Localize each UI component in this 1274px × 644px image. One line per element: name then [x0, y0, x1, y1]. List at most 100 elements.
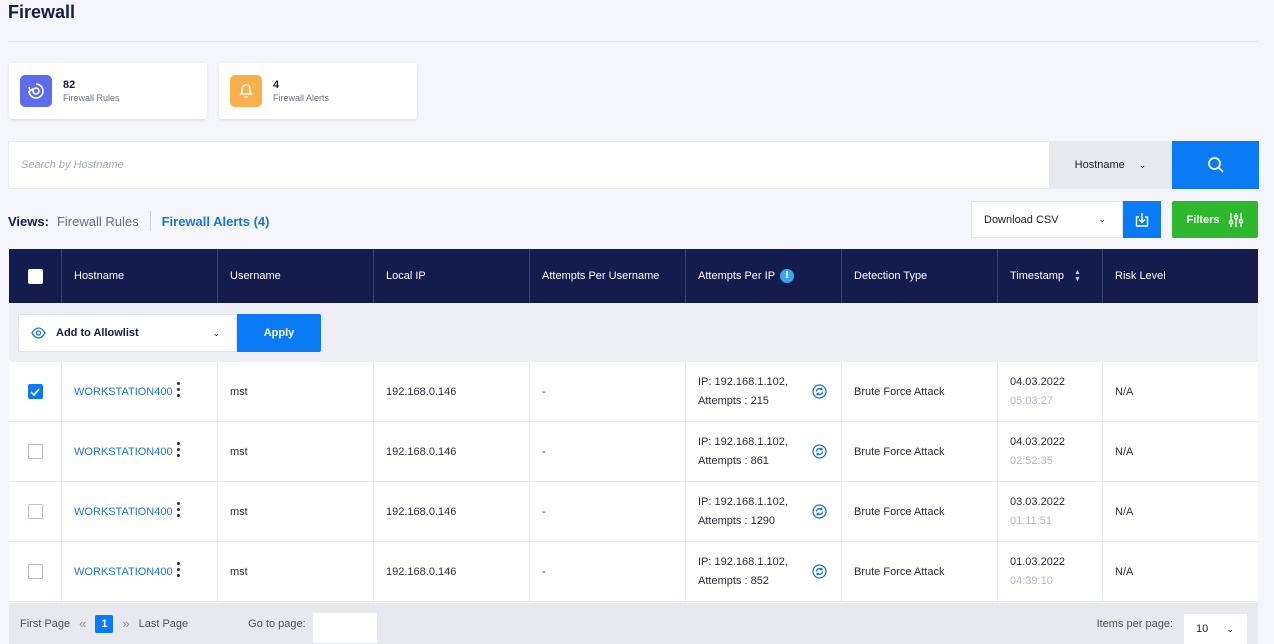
chevron-down-icon: ⌄	[1226, 623, 1234, 634]
refresh-icon[interactable]	[812, 504, 827, 522]
search-icon	[1207, 157, 1224, 173]
timestamp-cell: 04.03.2022 02:52:35	[998, 422, 1103, 481]
goto-page-label: Go to page:	[248, 617, 306, 630]
apply-button[interactable]: Apply	[237, 314, 321, 352]
views-switcher: Views: Firewall Rules Firewall Alerts (4…	[8, 211, 269, 231]
risk-level-cell: N/A	[1115, 505, 1134, 518]
header-cell-hostname: Hostname	[62, 249, 218, 303]
attempts-ip-cell: IP: 192.168.1.102, Attempts : 852	[686, 542, 842, 601]
search-bar: Hostname ⌄	[8, 141, 1259, 189]
timestamp-cell: 04.03.2022 05:03:27	[998, 362, 1103, 421]
target-icon	[20, 75, 52, 107]
more-options-icon[interactable]	[177, 382, 180, 397]
attempts-line: Attempts : 215	[698, 394, 769, 407]
refresh-icon[interactable]	[812, 384, 827, 402]
row-checkbox[interactable]	[27, 444, 43, 459]
timestamp-date: 04.03.2022	[1010, 435, 1066, 448]
header-cell-risk-level: Risk Level	[1115, 270, 1166, 282]
hostname-cell: WORKSTATION400	[62, 422, 218, 481]
last-page-link[interactable]: Last Page	[139, 618, 189, 630]
refresh-icon[interactable]	[812, 444, 827, 462]
header-label: Attempts Per IP	[698, 270, 776, 282]
timestamp-time: 01:11:51	[1010, 514, 1053, 527]
chevrons-left-icon[interactable]: «	[79, 616, 86, 631]
chevron-down-icon: ⌄	[1098, 214, 1106, 224]
chevron-down-icon: ⌄	[1138, 159, 1147, 170]
row-checkbox[interactable]	[27, 504, 43, 519]
hostname-link[interactable]: WORKSTATION400	[74, 386, 173, 398]
items-per-page-select[interactable]: 10 ⌄	[1184, 614, 1247, 644]
ip-line: IP: 192.168.1.102,	[698, 555, 788, 568]
goto-page-input[interactable]	[312, 613, 377, 643]
hostname-link[interactable]: WORKSTATION400	[74, 446, 173, 458]
info-icon[interactable]: i	[780, 269, 795, 283]
header-cell-timestamp[interactable]: Timestamp ▲ ▼	[998, 249, 1103, 303]
header-cell-attempts-per-ip: Attempts Per IP i	[686, 249, 842, 303]
timestamp-time: 02:52:35	[1010, 454, 1053, 467]
more-options-icon[interactable]	[177, 502, 180, 517]
timestamp-time: 05:03:27	[1010, 394, 1053, 407]
detection-type-cell: Brute Force Attack	[842, 422, 998, 481]
search-field-select[interactable]: Hostname ⌄	[1049, 142, 1172, 188]
more-options-icon[interactable]	[177, 562, 180, 577]
stat-card-firewall-alerts[interactable]: 4 Firewall Alerts	[219, 63, 417, 119]
download-csv-select[interactable]: Download CSV ⌄	[971, 201, 1123, 238]
risk-level-cell: N/A	[1115, 385, 1134, 398]
row-checkbox[interactable]	[27, 384, 43, 399]
bell-icon	[230, 75, 262, 107]
filters-label: Filters	[1186, 213, 1220, 226]
header-cell-username: Username	[218, 249, 374, 303]
timestamp-cell: 01.03.2022 04:39:10	[998, 542, 1103, 601]
tab-firewall-rules[interactable]: Firewall Rules	[57, 214, 139, 229]
attempts-ip-cell: IP: 192.168.1.102, Attempts : 215	[686, 362, 842, 421]
eye-icon	[31, 327, 46, 339]
stat-card-firewall-rules[interactable]: 82 Firewall Rules	[9, 63, 207, 119]
username-cell: mst	[218, 542, 374, 601]
table-row: WORKSTATION400 mst 192.168.0.146 - IP: 1…	[9, 542, 1258, 602]
attempts-ip-cell: IP: 192.168.1.102, Attempts : 1290	[686, 482, 842, 541]
timestamp-date: 03.03.2022	[1010, 495, 1066, 508]
more-options-icon[interactable]	[177, 442, 180, 457]
chevrons-right-icon[interactable]: »	[122, 616, 129, 631]
hostname-link[interactable]: WORKSTATION400	[74, 506, 173, 518]
bulk-action-label: Add to Allowlist	[56, 327, 139, 339]
sort-icon[interactable]: ▲ ▼	[1074, 269, 1081, 283]
first-page-link[interactable]: First Page	[20, 618, 70, 630]
search-field-label: Hostname	[1074, 159, 1125, 171]
row-select-cell	[9, 362, 62, 421]
bulk-action-select[interactable]: Add to Allowlist ⌄	[18, 314, 237, 352]
hostname-cell: WORKSTATION400	[62, 542, 218, 601]
row-select-cell	[9, 482, 62, 541]
header-label: Timestamp	[1010, 270, 1064, 282]
filters-button[interactable]: Filters	[1172, 201, 1258, 238]
refresh-icon[interactable]	[812, 564, 827, 582]
ip-line: IP: 192.168.1.102,	[698, 435, 788, 448]
download-icon	[1135, 212, 1149, 227]
check-icon	[30, 387, 40, 396]
search-input[interactable]	[9, 142, 1049, 188]
row-select-cell	[9, 422, 62, 481]
risk-level-cell: N/A	[1115, 445, 1134, 458]
hostname-link[interactable]: WORKSTATION400	[74, 566, 173, 578]
stat-label: Firewall Alerts	[273, 93, 330, 103]
local-ip-cell: 192.168.0.146	[374, 482, 530, 541]
header-cell-detection-type: Detection Type	[842, 249, 998, 303]
row-checkbox[interactable]	[27, 564, 43, 579]
attempts-line: Attempts : 1290	[698, 514, 776, 527]
download-button[interactable]	[1123, 201, 1161, 238]
attempts-username-cell: -	[530, 422, 686, 481]
stat-count: 4	[273, 79, 280, 91]
tab-firewall-alerts[interactable]: Firewall Alerts (4)	[162, 214, 270, 229]
timestamp-date: 04.03.2022	[1010, 375, 1066, 388]
username-cell: mst	[218, 482, 374, 541]
search-button[interactable]	[1172, 141, 1259, 189]
local-ip-cell: 192.168.0.146	[374, 362, 530, 421]
table-row: WORKSTATION400 mst 192.168.0.146 - IP: 1…	[9, 482, 1258, 542]
select-all-checkbox[interactable]	[27, 268, 43, 284]
header-cell-attempts-per-username: Attempts Per Username	[530, 249, 686, 303]
local-ip-cell: 192.168.0.146	[374, 422, 530, 481]
current-page-button[interactable]: 1	[95, 614, 114, 633]
bulk-action-bar: Add to Allowlist ⌄ Apply	[9, 303, 1258, 362]
attempts-username-cell: -	[530, 362, 686, 421]
timestamp-cell: 03.03.2022 01:11:51	[998, 482, 1103, 541]
